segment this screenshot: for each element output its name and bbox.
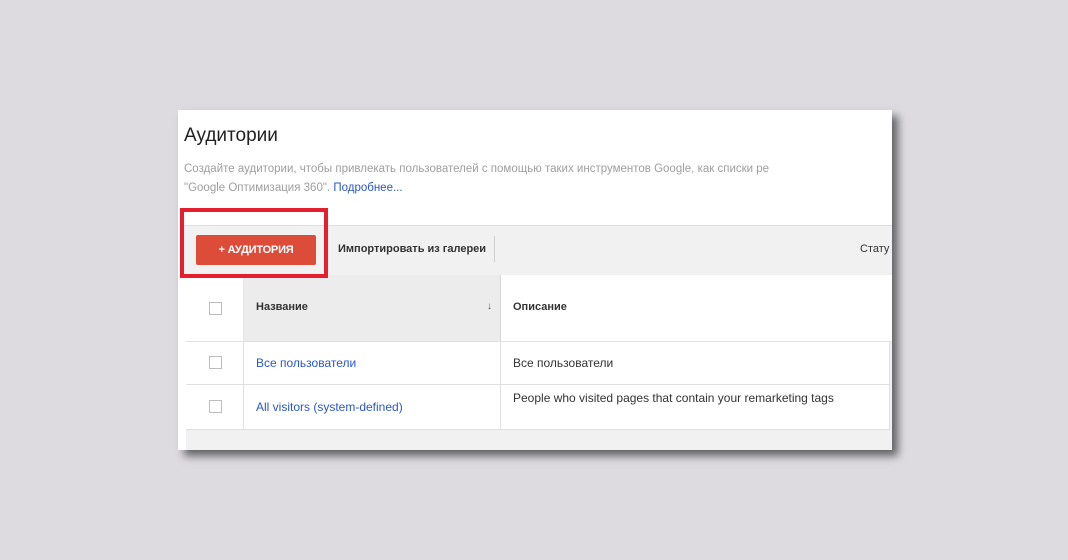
page-description: Создайте аудитории, чтобы привлекать пол… — [184, 160, 892, 198]
description-line-2: "Google Оптимизация 360". Подробнее... — [184, 179, 892, 198]
table-row: Все пользователи Все пользователи — [186, 342, 890, 385]
table-row: All visitors (system-defined) People who… — [186, 385, 890, 430]
learn-more-link[interactable]: Подробнее... — [333, 182, 402, 194]
page-title: Аудитории — [184, 125, 278, 146]
row-checkbox-cell — [186, 385, 244, 429]
header-checkbox-cell — [186, 275, 244, 341]
row-description: Все пользователи — [513, 356, 614, 370]
sort-arrow-icon[interactable]: ↓ — [487, 301, 492, 312]
row-name-cell: Все пользователи — [244, 342, 501, 384]
toolbar-divider — [494, 236, 495, 262]
row-checkbox[interactable] — [209, 356, 222, 369]
column-header-name[interactable]: Название ↓ — [244, 275, 501, 341]
status-filter[interactable]: Стату — [860, 243, 889, 255]
row-description: People who visited pages that contain yo… — [513, 391, 834, 405]
column-header-description: Описание — [513, 301, 567, 313]
audience-name-link[interactable]: All visitors (system-defined) — [256, 400, 403, 414]
row-name-cell: All visitors (system-defined) — [244, 385, 501, 429]
row-checkbox-cell — [186, 342, 244, 384]
column-header-name-label: Название — [256, 301, 308, 313]
select-all-checkbox[interactable] — [209, 302, 222, 315]
table-header: Название ↓ Описание — [186, 275, 892, 342]
audience-toolbar: + АУДИТОРИЯ Импортировать из галереи Ста… — [182, 225, 892, 275]
audiences-panel: Аудитории Создайте аудитории, чтобы прив… — [178, 110, 892, 450]
add-audience-button[interactable]: + АУДИТОРИЯ — [196, 235, 316, 265]
row-checkbox[interactable] — [209, 400, 222, 413]
import-from-gallery-button[interactable]: Импортировать из галереи — [338, 243, 486, 255]
description-line-1: Создайте аудитории, чтобы привлекать пол… — [184, 163, 770, 175]
audience-name-link[interactable]: Все пользователи — [256, 356, 356, 370]
description-line-2-text: "Google Оптимизация 360". — [184, 182, 331, 194]
